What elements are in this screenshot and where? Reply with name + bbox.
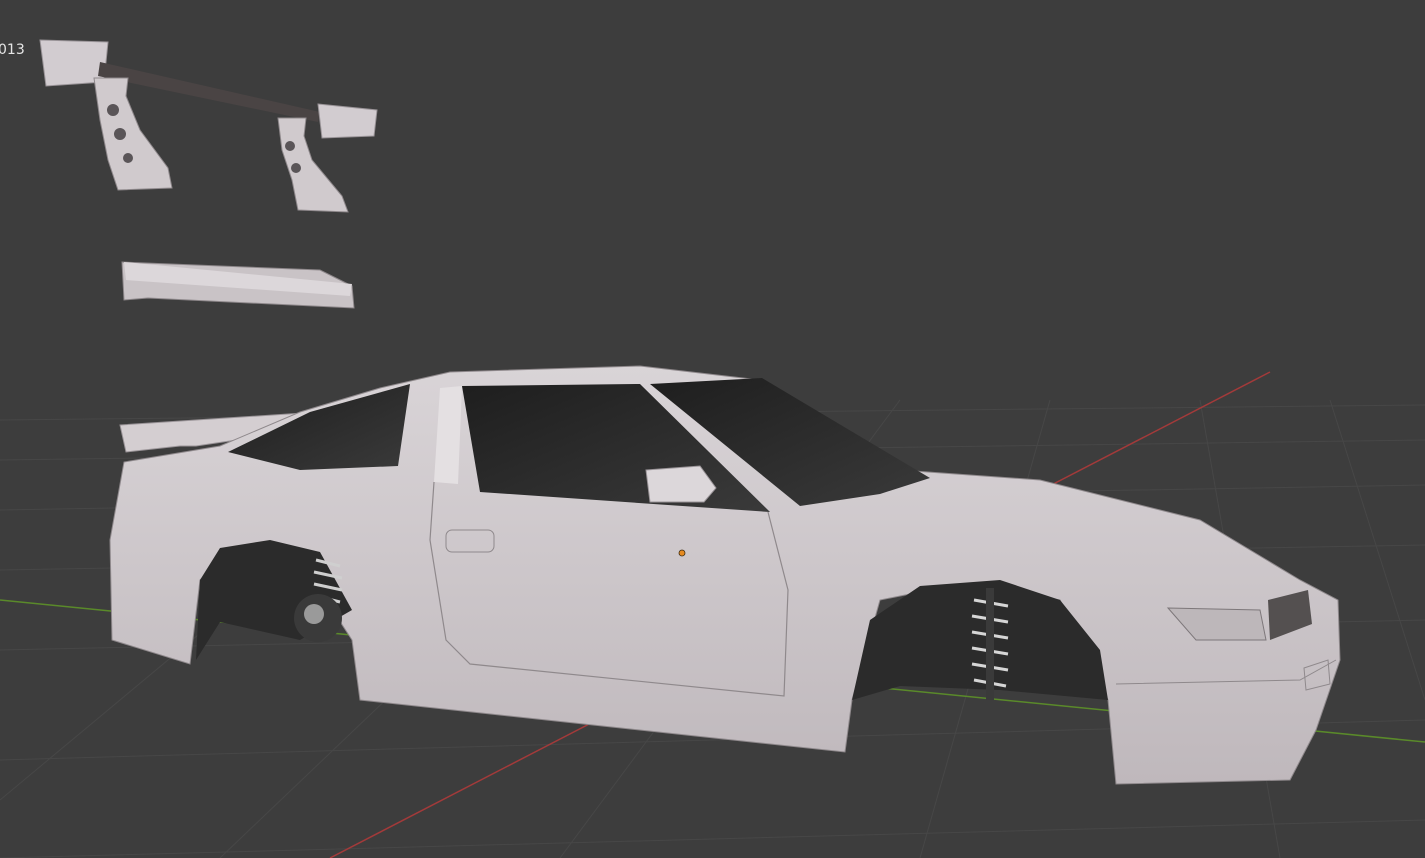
- object-name-label: 013: [0, 42, 25, 58]
- side-skirt-part[interactable]: [121, 261, 355, 309]
- viewport-canvas[interactable]: [0, 0, 1425, 858]
- 3d-viewport[interactable]: 013: [0, 0, 1425, 858]
- object-origin: [678, 549, 686, 557]
- car-body[interactable]: [109, 365, 1341, 785]
- rear-wing-part[interactable]: [39, 39, 378, 213]
